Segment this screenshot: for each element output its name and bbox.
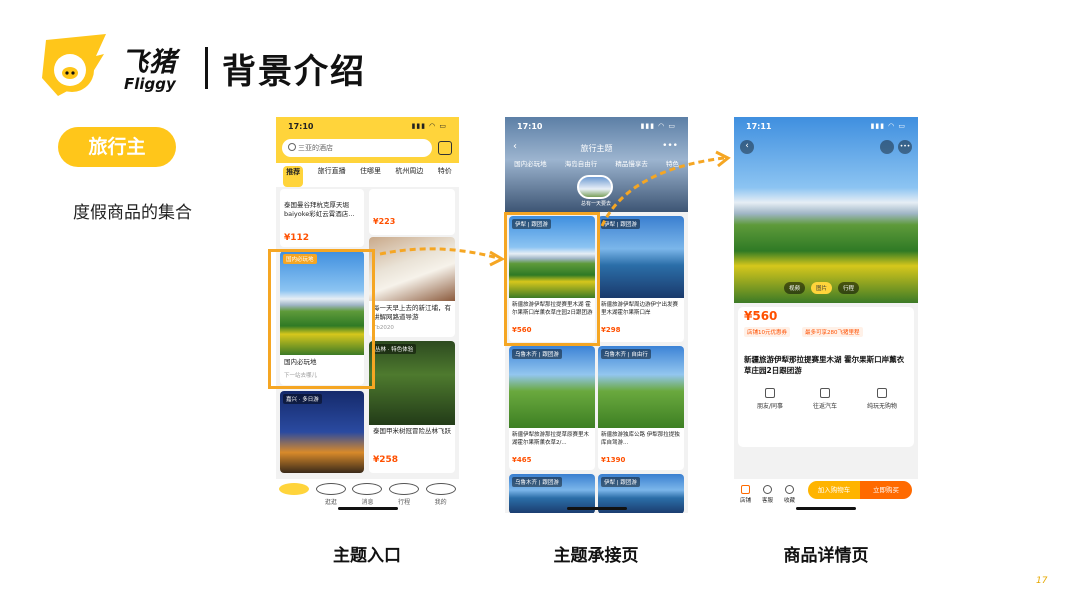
bus-icon <box>819 388 830 398</box>
feature-no-shopping: 纯玩无购物 <box>867 388 897 410</box>
tab-domestic[interactable]: 国内必玩地 <box>514 158 547 168</box>
trip-icon <box>389 483 420 495</box>
phone-product-detail: 17:11 ▮▮▮ ◠ ▭ ‹ ••• 视频 图片 行程 ¥560 店铺10元优… <box>734 117 918 513</box>
card-title: 新疆旅游独库公路 伊犁那拉提独库自驾游... <box>601 432 680 446</box>
tab-home[interactable] <box>279 483 310 513</box>
scan-icon[interactable] <box>438 141 452 155</box>
card-tag: 乌鲁木齐 | 跟团游 <box>512 349 562 359</box>
list-item[interactable]: 乌鲁木齐 | 自由行 新疆旅游独库公路 伊犁那拉提独库自驾游... ¥1390 <box>598 346 684 470</box>
feature-group: 朋友/同事 <box>757 388 783 410</box>
star-icon <box>785 485 794 494</box>
user-icon <box>425 483 456 495</box>
status-bar: 17:10 ▮▮▮ ◠ ▭ <box>276 117 459 137</box>
mileage-badge: 最多可享280飞猪里程 <box>802 327 863 337</box>
card-title: 每一天早上去的新江埔，有讲解网路道导游 <box>373 304 451 321</box>
people-icon <box>765 388 775 398</box>
brand-name-cn: 飞猪 <box>121 47 177 78</box>
coupon-badge[interactable]: 店铺10元优惠券 <box>744 327 790 337</box>
fliggy-logo-icon <box>42 34 106 96</box>
shop-icon <box>876 388 887 398</box>
card-title: 泰国甲米树冠冒险丛林飞跃 <box>373 427 451 435</box>
caption-detail: 商品详情页 <box>783 546 869 566</box>
compass-icon <box>315 483 346 495</box>
cart-icon[interactable] <box>880 140 894 154</box>
tab-live[interactable]: 旅行直播 <box>318 166 346 187</box>
product-features: 朋友/同事 往返汽车 纯玩无购物 <box>742 388 912 410</box>
card-price: ¥298 <box>601 326 621 334</box>
store-button[interactable]: 店铺 <box>740 485 751 504</box>
channel-tabs: 推荐 旅行直播 住哪里 杭州周边 特价 <box>276 163 459 187</box>
card-title: 新疆伊犁旅游那拉提草原赛里木湖霍尔果斯薰衣草2/... <box>512 432 590 446</box>
card-price: ¥223 <box>373 217 396 226</box>
status-icons: ▮▮▮ ◠ ▭ <box>870 122 906 130</box>
search-icon <box>288 143 296 151</box>
list-item[interactable]: ¥223 <box>369 189 455 235</box>
arrow-icon <box>379 247 506 267</box>
tab-special[interactable]: 特价 <box>438 166 452 187</box>
caption-entry: 主题入口 <box>333 546 401 566</box>
tab-video[interactable]: 视频 <box>784 282 806 294</box>
store-icon <box>741 485 750 494</box>
card-meta: Tb2020 <box>373 325 394 331</box>
search-placeholder: 三亚的酒店 <box>298 144 333 152</box>
chat-icon <box>763 485 772 494</box>
media-tabs: 视频 图片 行程 <box>784 282 860 294</box>
title-divider <box>205 47 208 89</box>
card-title: 新疆旅游伊犁周边游伊宁出发赛里木湖霍尔果斯口岸 <box>601 302 679 316</box>
add-to-cart-button[interactable]: 加入购物车 <box>808 481 860 499</box>
status-time: 17:10 <box>517 122 543 131</box>
brand-name-en: Fliggy <box>124 75 176 93</box>
topic-tag: 旅行主 <box>58 127 176 167</box>
card-tag: 乌鲁木齐 | 自由行 <box>601 349 651 359</box>
list-item[interactable]: 嘉兴 · 多日游 <box>280 391 364 473</box>
tab-photos[interactable]: 图片 <box>811 282 833 294</box>
search-input[interactable]: 三亚的酒店 <box>282 139 432 157</box>
status-icons: ▮▮▮ ◠ ▭ <box>411 122 447 130</box>
list-item[interactable]: 丛林 · 特色体验 泰国甲米树冠冒险丛林飞跃 ¥258 <box>369 341 455 473</box>
card-title: 泰国曼谷拜杭克厚天堀 baiyoke彩虹云霄酒店... <box>284 201 355 218</box>
tab-mine[interactable]: 我的 <box>425 483 456 513</box>
caption-landing: 主题承接页 <box>553 546 639 566</box>
card-price: ¥258 <box>373 455 399 465</box>
message-icon <box>352 483 383 495</box>
page-title: 背景介绍 <box>222 52 366 92</box>
card-price: ¥112 <box>284 233 310 243</box>
home-indicator <box>796 507 856 510</box>
card-price: ¥465 <box>512 456 532 464</box>
list-item[interactable]: 泰国曼谷拜杭克厚天堀 baiyoke彩虹云霄酒店... ¥112 <box>280 189 364 247</box>
status-icons: ▮▮▮ ◠ ▭ <box>640 122 676 130</box>
buy-now-button[interactable]: 立即购买 <box>860 481 912 499</box>
status-bar: 17:10 ▮▮▮ ◠ ▭ <box>505 117 688 137</box>
topic-description: 度假商品的集合 <box>73 203 192 223</box>
card-price: ¥1390 <box>601 456 626 464</box>
product-name: 新疆旅游伊犁那拉提赛里木湖 霍尔果斯口岸薰衣草庄园2日跟团游 <box>744 355 905 375</box>
favorite-button[interactable]: 收藏 <box>784 485 795 504</box>
card-badge: 嘉兴 · 多日游 <box>283 394 322 404</box>
home-indicator <box>566 507 627 510</box>
card-tag: 伊犁 | 跟团游 <box>601 477 640 487</box>
tab-recommend[interactable]: 推荐 <box>283 166 304 187</box>
status-bar: 17:11 ▮▮▮ ◠ ▭ <box>734 117 918 137</box>
card-tag: 乌鲁木齐 | 跟团游 <box>512 477 562 487</box>
highlight-box <box>268 249 375 389</box>
product-price: ¥560 <box>744 309 778 323</box>
tab-hangzhou[interactable]: 杭州周边 <box>395 166 423 187</box>
more-icon[interactable]: ••• <box>898 140 912 154</box>
list-item[interactable]: 乌鲁木齐 | 跟团游 新疆伊犁旅游那拉提草原赛里木湖霍尔果斯薰衣草2/... ¥… <box>509 346 595 470</box>
back-icon[interactable]: ‹ <box>740 140 754 154</box>
page-number: 17 <box>1036 576 1048 586</box>
tab-itinerary[interactable]: 行程 <box>838 282 860 294</box>
status-time: 17:11 <box>746 122 772 131</box>
tab-stay[interactable]: 住哪里 <box>360 166 381 187</box>
card-badge: 丛林 · 特色体验 <box>372 344 417 354</box>
tab-island[interactable]: 海岛自由行 <box>565 158 598 168</box>
service-button[interactable]: 客服 <box>762 485 773 504</box>
feature-transport: 往返汽车 <box>813 388 837 410</box>
arrow-icon <box>600 150 731 227</box>
list-item[interactable]: 伊犁 | 跟团游 新疆旅游伊犁周边游伊宁出发赛里木湖霍尔果斯口岸 ¥298 <box>598 216 684 342</box>
home-indicator <box>337 507 398 510</box>
home-icon <box>279 483 310 495</box>
status-time: 17:10 <box>288 122 314 131</box>
highlight-box <box>504 212 600 346</box>
